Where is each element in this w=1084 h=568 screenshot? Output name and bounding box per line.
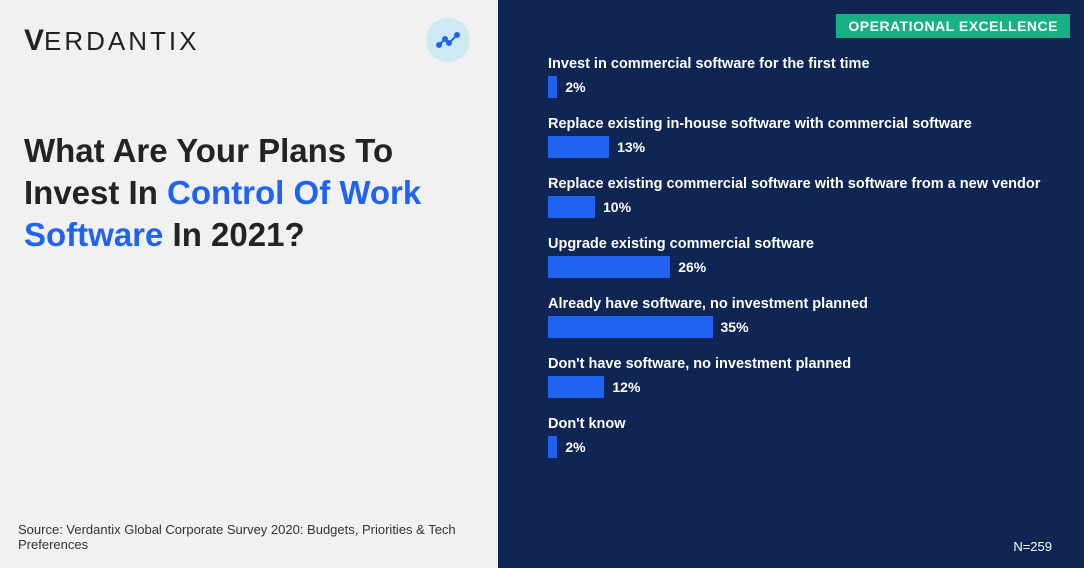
- bar-value: 26%: [678, 259, 706, 275]
- bar-group: Already have software, no investment pla…: [548, 296, 1048, 338]
- bar-label: Upgrade existing commercial software: [548, 236, 1048, 252]
- bar-group: Replace existing commercial software wit…: [548, 176, 1048, 218]
- bar-group: Upgrade existing commercial software 26%: [548, 236, 1048, 278]
- bar-label: Replace existing commercial software wit…: [548, 176, 1048, 192]
- bar-row: 10%: [548, 196, 1048, 218]
- bar-chart: Invest in commercial software for the fi…: [548, 56, 1048, 458]
- bar-row: 35%: [548, 316, 1048, 338]
- bar-group: Don't know 2%: [548, 416, 1048, 458]
- bar-value: 13%: [617, 139, 645, 155]
- bar-label: Replace existing in-house software with …: [548, 116, 1048, 132]
- bar-value: 2%: [565, 439, 585, 455]
- bar-value: 10%: [603, 199, 631, 215]
- bar-row: 12%: [548, 376, 1048, 398]
- bar-label: Invest in commercial software for the fi…: [548, 56, 1048, 72]
- bar: [548, 376, 604, 398]
- chart-icon: [426, 18, 470, 62]
- brand-text: ERDANTIX: [44, 26, 199, 56]
- sample-size: N=259: [1013, 539, 1052, 554]
- page-title: What Are Your Plans To Invest In Control…: [24, 130, 466, 257]
- bar: [548, 136, 609, 158]
- bar-value: 2%: [565, 79, 585, 95]
- left-panel: VERDANTIX What Are Your Plans To Invest …: [0, 0, 498, 568]
- bar-row: 13%: [548, 136, 1048, 158]
- bar-row: 2%: [548, 76, 1048, 98]
- bar-group: Invest in commercial software for the fi…: [548, 56, 1048, 98]
- bar-label: Don't have software, no investment plann…: [548, 356, 1048, 372]
- source-text: Source: Verdantix Global Corporate Surve…: [18, 522, 498, 552]
- category-badge: OPERATIONAL EXCELLENCE: [836, 14, 1070, 38]
- bar-value: 12%: [612, 379, 640, 395]
- title-part-c: In 2021?: [163, 216, 304, 253]
- bar: [548, 196, 595, 218]
- bar-label: Already have software, no investment pla…: [548, 296, 1048, 312]
- right-panel: OPERATIONAL EXCELLENCE Invest in commerc…: [498, 0, 1084, 568]
- bar-row: 26%: [548, 256, 1048, 278]
- bar: [548, 436, 557, 458]
- bar-group: Replace existing in-house software with …: [548, 116, 1048, 158]
- bar-label: Don't know: [548, 416, 1048, 432]
- bar-row: 2%: [548, 436, 1048, 458]
- bar-value: 35%: [721, 319, 749, 335]
- bar: [548, 316, 713, 338]
- bar-group: Don't have software, no investment plann…: [548, 356, 1048, 398]
- brand-logo: VERDANTIX: [24, 24, 474, 58]
- bar: [548, 256, 670, 278]
- bar: [548, 76, 557, 98]
